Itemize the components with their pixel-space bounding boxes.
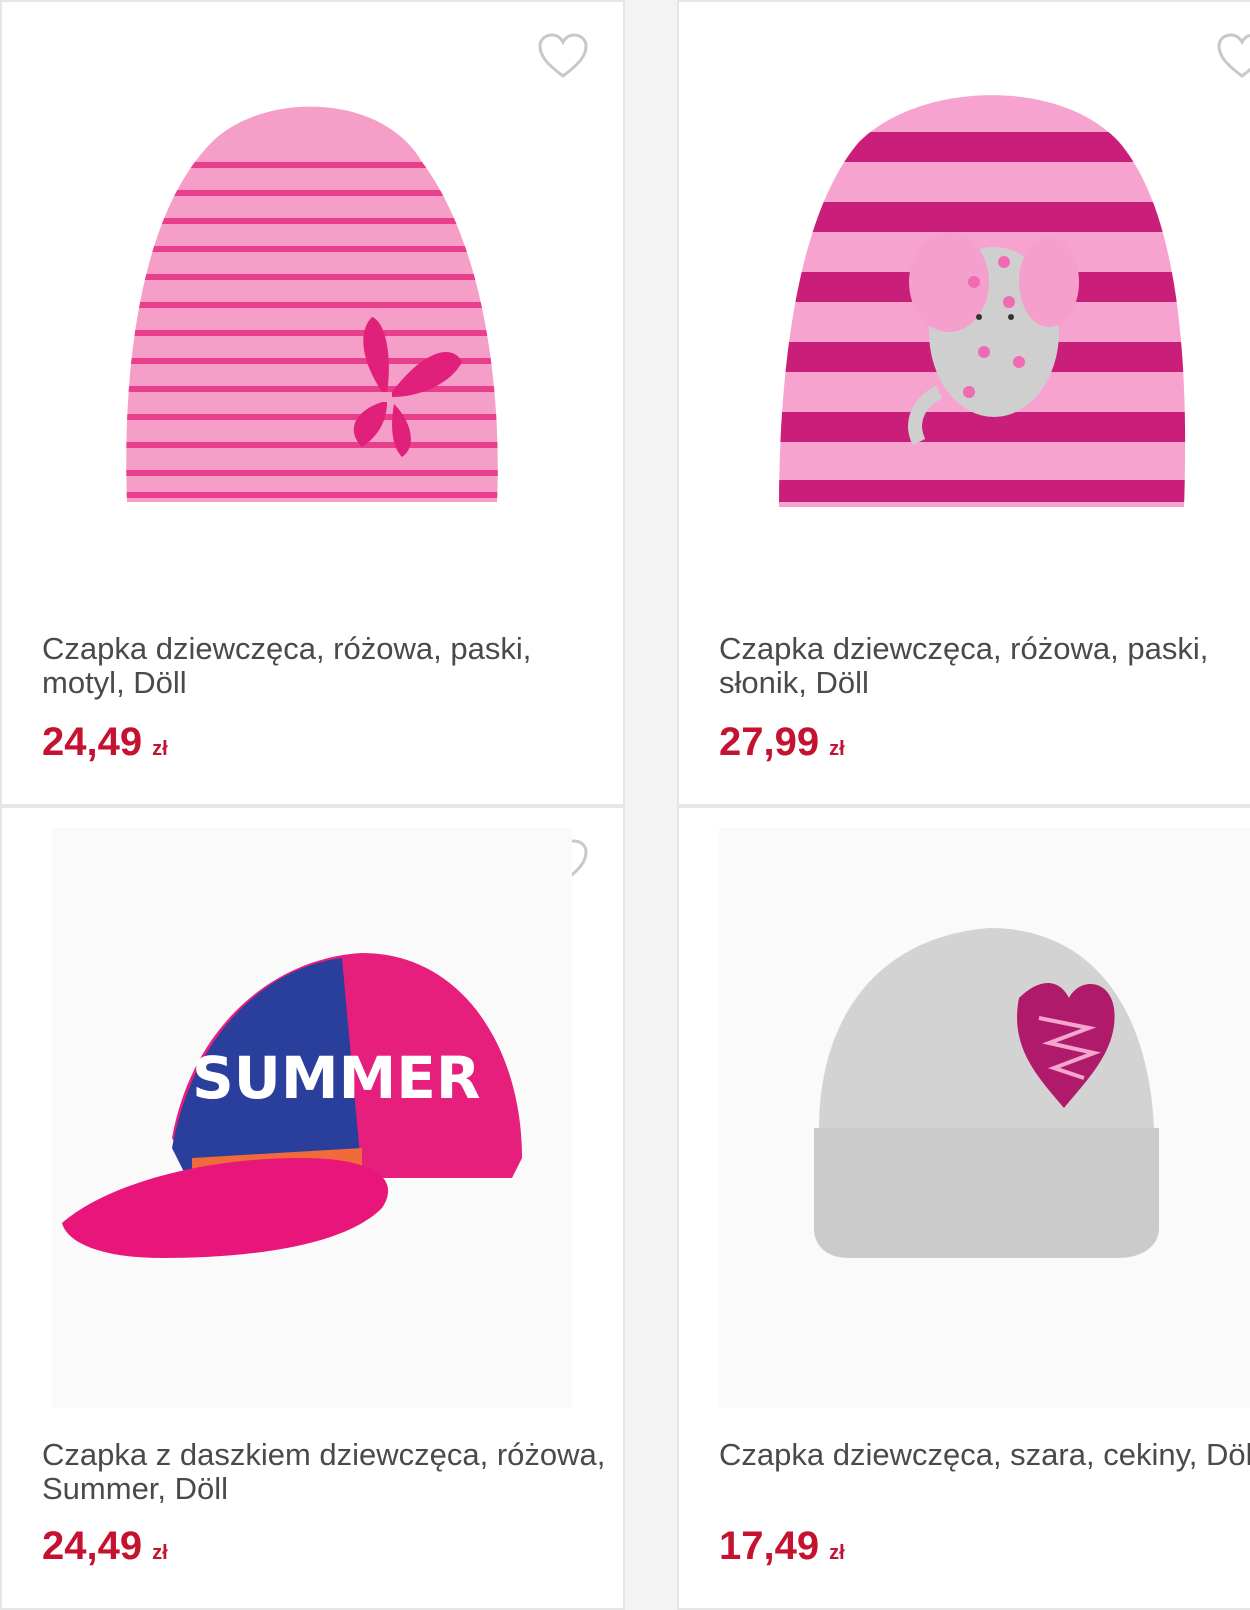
product-image-striped-beanie-butterfly[interactable]: [42, 62, 582, 582]
cap-print-text: SUMMER: [192, 1044, 481, 1112]
price-currency: zł: [829, 1542, 845, 1564]
price-amount: 24,49: [42, 1524, 143, 1568]
price-amount: 17,49: [719, 1524, 820, 1568]
product-title[interactable]: Czapka z daszkiem dziewczęca, różowa, Su…: [42, 1438, 612, 1506]
price-currency: zł: [829, 738, 845, 760]
price-amount: 27,99: [719, 720, 820, 764]
product-title[interactable]: Czapka dziewczęca, różowa, paski, słonik…: [719, 632, 1250, 700]
product-card[interactable]: Czapka dziewczęca, szara, cekiny, Döll 1…: [677, 806, 1250, 1610]
product-image-grey-beanie-sequins[interactable]: [719, 828, 1250, 1408]
product-price: 17,49 zł: [719, 1524, 845, 1569]
product-image-baseball-cap-summer[interactable]: SUMMER: [42, 828, 582, 1408]
price-currency: zł: [152, 1542, 168, 1564]
price-currency: zł: [152, 738, 168, 760]
product-card[interactable]: Czapka dziewczęca, różowa, paski, motyl,…: [0, 0, 625, 806]
product-price: 24,49 zł: [42, 1524, 168, 1569]
product-image-striped-beanie-elephant[interactable]: [719, 62, 1250, 582]
price-amount: 24,49: [42, 720, 143, 764]
product-title[interactable]: Czapka dziewczęca, szara, cekiny, Döll: [719, 1438, 1250, 1472]
product-card[interactable]: SUMMER Czapka z daszkiem dziewczęca, róż…: [0, 806, 625, 1610]
product-card[interactable]: Czapka dziewczęca, różowa, paski, słonik…: [677, 0, 1250, 806]
product-price: 24,49 zł: [42, 720, 168, 765]
product-title[interactable]: Czapka dziewczęca, różowa, paski, motyl,…: [42, 632, 612, 700]
product-price: 27,99 zł: [719, 720, 845, 765]
